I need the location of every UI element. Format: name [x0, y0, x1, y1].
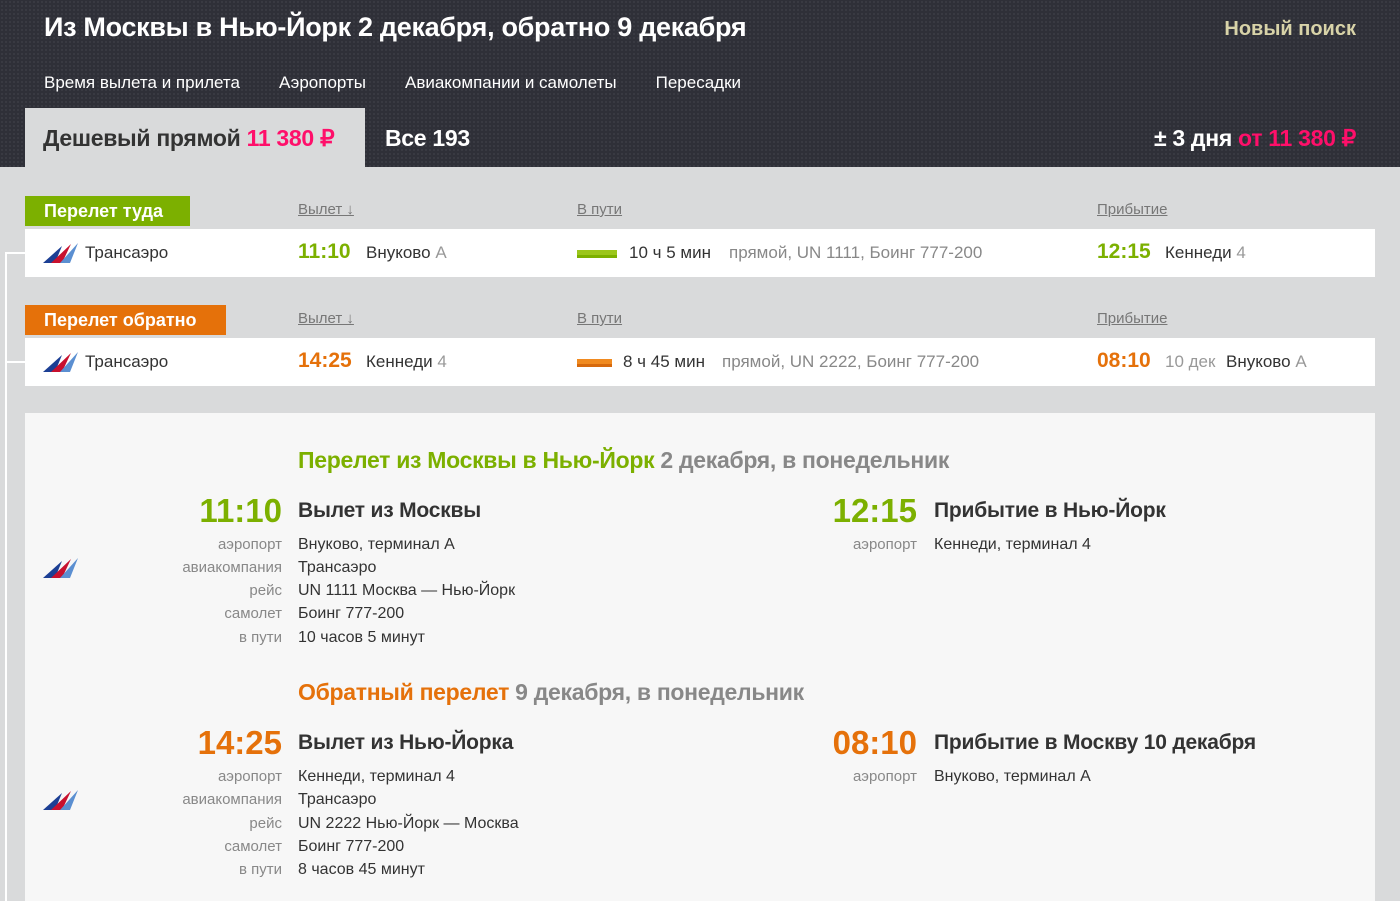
details-heading-date: 2 декабря, в понедельник — [660, 447, 950, 473]
details-arrival-title: Прибытие в Нью-Йорк — [934, 499, 1166, 522]
details-departure-title: Вылет из Нью-Йорка — [298, 731, 514, 754]
sort-departure-return[interactable]: Вылет ↓ — [298, 310, 354, 327]
arrival-airport-name: Кеннеди — [1165, 243, 1232, 262]
flight-info: прямой, UN 1111, Боинг 777-200 — [729, 243, 983, 262]
departure-time: 11:10 — [298, 240, 351, 263]
date-range-toggle[interactable]: ± 3 дня от 11 380 ₽ — [1154, 125, 1356, 152]
arrival-terminal: 4 — [1236, 243, 1246, 262]
transaero-logo-icon — [43, 352, 78, 372]
airline-name: Трансаэро — [85, 352, 169, 371]
transaero-logo-icon — [43, 790, 78, 810]
departure-airport: Кеннеди 4 — [366, 352, 447, 372]
detail-arrival-airport: Внуково, терминал A — [934, 768, 1091, 785]
details-arrival-time: 08:10 — [832, 724, 917, 761]
departure-airport: Внуково A — [366, 243, 447, 263]
details-arrival-time: 12:15 — [832, 492, 917, 529]
arrival-time: 08:10 — [1097, 349, 1151, 372]
range-from: от — [1238, 125, 1263, 151]
filter-airlines[interactable]: Авиакомпании и самолеты — [405, 73, 617, 93]
detail-key-airline: авиакомпания — [182, 791, 282, 808]
details-arrival-title: Прибытие в Москву 10 декабря — [934, 731, 1256, 754]
connector-tick-outbound — [5, 252, 25, 254]
outbound-label: Перелет туда — [25, 196, 190, 226]
arrival-time: 12:15 — [1097, 240, 1151, 263]
detail-flight: UN 1111 Москва — Нью-Йорк — [298, 582, 516, 599]
detail-key-aircraft: самолет — [224, 838, 282, 855]
departure-terminal: 4 — [437, 352, 447, 371]
sort-duration-outbound[interactable]: В пути — [577, 201, 622, 218]
arrival-airport: Внуково A — [1226, 352, 1307, 372]
detail-key-duration: в пути — [238, 629, 282, 646]
arrival-airport: Кеннеди 4 — [1165, 243, 1246, 263]
tab-all[interactable]: Все 193 — [385, 125, 470, 152]
departure-time: 14:25 — [298, 349, 352, 372]
flight-duration: 8 ч 45 мин — [623, 352, 705, 371]
filter-transfers[interactable]: Пересадки — [656, 73, 741, 93]
return-label: Перелет обратно — [25, 305, 226, 335]
detail-arrival-airport: Кеннеди, терминал 4 — [934, 536, 1091, 553]
arrival-airport-name: Внуково — [1226, 352, 1291, 371]
flight-info: прямой, UN 2222, Боинг 777-200 — [722, 352, 980, 371]
detail-airport: Кеннеди, терминал 4 — [298, 768, 455, 785]
arrival-terminal: A — [1295, 352, 1307, 371]
new-search-link[interactable]: Новый поиск — [1224, 18, 1356, 41]
tab-cheapest-label: Дешевый прямой — [43, 125, 241, 151]
details-departure-time: 14:25 — [197, 724, 282, 761]
duration-bar — [577, 359, 612, 367]
connector-tick-return — [5, 361, 25, 363]
detail-duration: 10 часов 5 минут — [298, 629, 425, 646]
details-heading-route: Обратный перелет — [298, 679, 510, 705]
sort-arrival-return[interactable]: Прибытие — [1097, 310, 1167, 327]
duration-bar — [577, 250, 617, 258]
departure-terminal: A — [435, 243, 447, 262]
details-departure-time: 11:10 — [199, 492, 282, 529]
detail-key-arrival-airport: аэропорт — [852, 536, 917, 553]
detail-key-arrival-airport: аэропорт — [852, 768, 917, 785]
detail-aircraft: Боинг 777-200 — [298, 605, 405, 622]
tab-cheapest-price: 11 380 ₽ — [246, 125, 335, 151]
details-heading-return: Обратный перелет 9 декабря, в понедельни… — [298, 679, 804, 706]
details-heading-date: 9 декабря, в понедельник — [515, 679, 804, 705]
filter-times[interactable]: Время вылета и прилета — [44, 73, 240, 93]
transaero-logo-icon — [43, 558, 78, 578]
sort-arrival-outbound[interactable]: Прибытие — [1097, 201, 1167, 218]
detail-airport: Внуково, терминал A — [298, 536, 455, 553]
detail-key-flight: рейс — [249, 582, 282, 599]
return-flight-row[interactable]: Трансаэро 14:25 Кеннеди 4 8 ч 45 мин пря… — [25, 338, 1375, 386]
detail-flight: UN 2222 Нью-Йорк — Москва — [298, 815, 519, 832]
connector-line — [5, 253, 7, 901]
details-heading-outbound: Перелет из Москвы в Нью-Йорк 2 декабря, … — [298, 447, 949, 474]
departure-airport-name: Внуково — [366, 243, 431, 262]
detail-key-airline: авиакомпания — [182, 559, 282, 576]
detail-key-airport: аэропорт — [217, 768, 282, 785]
airline-name: Трансаэро — [85, 243, 169, 262]
header: Из Москвы в Нью-Йорк 2 декабря, обратно … — [0, 0, 1400, 167]
detail-duration: 8 часов 45 минут — [298, 861, 425, 878]
flight-duration: 10 ч 5 мин — [629, 243, 711, 262]
outbound-flight-row[interactable]: Трансаэро 11:10 Внуково A 10 ч 5 мин пря… — [25, 229, 1375, 277]
transaero-logo-icon — [43, 243, 78, 263]
detail-airline: Трансаэро — [298, 559, 377, 576]
filter-airports[interactable]: Аэропорты — [279, 73, 366, 93]
range-label: ± 3 дня — [1153, 125, 1232, 151]
departure-airport-name: Кеннеди — [366, 352, 433, 371]
filter-bar: Время вылета и прилета Аэропорты Авиаком… — [44, 73, 741, 93]
detail-key-flight: рейс — [249, 815, 282, 832]
sort-duration-return[interactable]: В пути — [577, 310, 622, 327]
detail-aircraft: Боинг 777-200 — [298, 838, 405, 855]
tab-cheapest-direct[interactable]: Дешевый прямой 11 380 ₽ — [25, 108, 365, 167]
flight-details-panel: Перелет из Москвы в Нью-Йорк 2 декабря, … — [25, 413, 1375, 901]
detail-key-airport: аэропорт — [217, 536, 282, 553]
details-departure-title: Вылет из Москвы — [298, 499, 481, 522]
detail-key-duration: в пути — [238, 861, 282, 878]
details-heading-route: Перелет из Москвы в Нью-Йорк — [298, 447, 655, 473]
arrival-date: 10 дек — [1165, 352, 1216, 371]
range-price: 11 380 ₽ — [1268, 125, 1356, 151]
detail-airline: Трансаэро — [298, 791, 377, 808]
sort-departure-outbound[interactable]: Вылет ↓ — [298, 201, 354, 218]
page-title: Из Москвы в Нью-Йорк 2 декабря, обратно … — [44, 12, 747, 42]
detail-key-aircraft: самолет — [224, 605, 282, 622]
